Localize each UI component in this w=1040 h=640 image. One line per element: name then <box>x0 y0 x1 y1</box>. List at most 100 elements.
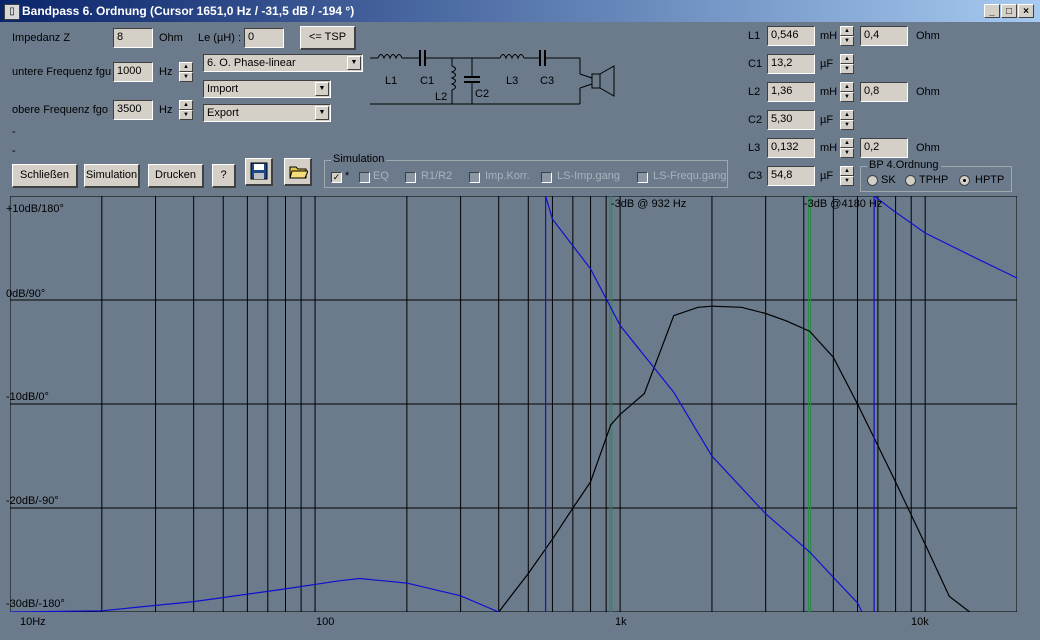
fgu-spinner[interactable]: ▲ ▼ <box>179 62 193 82</box>
l2-spinner[interactable]: ▲ ▼ <box>840 82 854 102</box>
impedance-field[interactable]: 8 <box>113 28 153 48</box>
c1-spinner[interactable]: ▲ ▼ <box>840 54 854 74</box>
spin-down-icon[interactable]: ▼ <box>179 72 193 82</box>
spin-down-icon[interactable]: ▼ <box>840 64 854 74</box>
frequency-response-plot[interactable] <box>9 194 1018 639</box>
export-select[interactable]: Export ▼ <box>203 104 331 122</box>
radio-hptp[interactable] <box>959 175 970 186</box>
bp-order-group: BP 4.Ordnung SK TPHP HPTP <box>860 159 1012 192</box>
spin-down-icon[interactable]: ▼ <box>840 92 854 102</box>
x-tick-label: 100 <box>316 616 335 628</box>
sim-checkbox-ls-freq[interactable] <box>637 172 648 183</box>
radio-sk[interactable] <box>867 175 878 186</box>
fgu-label: untere Frequenz fgu <box>12 66 112 78</box>
l1-value-field[interactable]: 0,546 <box>767 26 815 46</box>
spin-up-icon[interactable]: ▲ <box>840 138 854 148</box>
y-tick-label: -20dB/-90° <box>6 495 59 507</box>
l1-spinner[interactable]: ▲ ▼ <box>840 26 854 46</box>
chart-svg <box>9 194 1018 639</box>
sim-checkbox-r1r2[interactable] <box>405 172 416 183</box>
filter-type-select[interactable]: 6. O. Phase-linear ▼ <box>203 54 363 72</box>
magnitude-curve <box>498 305 971 613</box>
radio-tphp-label: TPHP <box>919 174 949 186</box>
close-button[interactable]: Schließen <box>12 164 78 188</box>
export-value: Export <box>207 107 239 119</box>
schematic-label: C3 <box>540 75 555 87</box>
radio-hptp-label: HPTP <box>975 174 1005 186</box>
spin-down-icon[interactable]: ▼ <box>179 110 193 120</box>
c3-unit: µF <box>820 170 834 182</box>
l1-resistance-field[interactable]: 0,4 <box>860 26 908 46</box>
minimize-button[interactable]: _ <box>984 4 1000 18</box>
chevron-down-icon[interactable]: ▼ <box>315 82 329 96</box>
l2-value-field[interactable]: 1,36 <box>767 82 815 102</box>
l3-spinner[interactable]: ▲ ▼ <box>840 138 854 158</box>
radio-tphp[interactable] <box>905 175 916 186</box>
y-tick-label: -30dB/-180° <box>6 598 65 610</box>
maximize-button[interactable]: □ <box>1001 4 1017 18</box>
l3-resistance-field[interactable]: 0,2 <box>860 138 908 158</box>
x-tick-label: 10k <box>911 616 929 628</box>
l3-value-field[interactable]: 0,132 <box>767 138 815 158</box>
simulation-group: Simulation ✓ * EQ R1/R2 Imp.Korr. LS-Imp… <box>324 153 728 188</box>
sim-checkbox-eq[interactable] <box>359 172 370 183</box>
spin-up-icon[interactable]: ▲ <box>840 82 854 92</box>
spin-up-icon[interactable]: ▲ <box>840 166 854 176</box>
le-label: Le (µH) : <box>198 32 242 44</box>
tsp-button[interactable]: <= TSP <box>300 26 356 50</box>
c3-value-field[interactable]: 54,8 <box>767 166 815 186</box>
l1-unit: mH <box>820 30 838 42</box>
fgo-unit: Hz <box>159 104 173 116</box>
c1-unit: µF <box>820 58 834 70</box>
component-name-l3: L3 <box>748 142 761 154</box>
spin-up-icon[interactable]: ▲ <box>840 26 854 36</box>
simulation-button[interactable]: Simulation <box>84 164 140 188</box>
fgo-field[interactable]: 3500 <box>113 100 153 120</box>
open-button[interactable] <box>284 158 312 186</box>
window-title: Bandpass 6. Ordnung (Cursor 1651,0 Hz / … <box>22 4 355 18</box>
chevron-down-icon[interactable]: ▼ <box>315 106 329 120</box>
fgo-spinner[interactable]: ▲ ▼ <box>179 100 193 120</box>
sim-checkbox-label: * <box>345 170 350 182</box>
fgu-field[interactable]: 1000 <box>113 62 153 82</box>
import-select[interactable]: Import ▼ <box>203 80 331 98</box>
help-button[interactable]: ? <box>212 164 236 188</box>
marker-label-upper: -3dB @4180 Hz <box>804 198 883 210</box>
sim-checkbox-label: LS-Imp.gang <box>557 170 620 182</box>
spin-up-icon[interactable]: ▲ <box>179 100 193 110</box>
l2-unit: mH <box>820 86 838 98</box>
c1-value-field[interactable]: 13,2 <box>767 54 815 74</box>
print-button[interactable]: Drucken <box>148 164 204 188</box>
c2-unit: µF <box>820 114 834 126</box>
l3-unit: mH <box>820 142 838 154</box>
l2-resistance-field[interactable]: 0,8 <box>860 82 908 102</box>
spin-up-icon[interactable]: ▲ <box>179 62 193 72</box>
marker-label-lower: -3dB @ 932 Hz <box>611 198 687 210</box>
fgu-unit: Hz <box>159 66 173 78</box>
schematic-label: L3 <box>506 75 519 87</box>
component-name-l1: L1 <box>748 30 761 42</box>
sim-checkbox-impkorr[interactable] <box>469 172 480 183</box>
sim-checkbox-star[interactable]: ✓ <box>331 172 342 183</box>
chevron-down-icon[interactable]: ▼ <box>347 56 361 70</box>
c2-value-field[interactable]: 5,30 <box>767 110 815 130</box>
save-button[interactable] <box>245 158 273 186</box>
sim-checkbox-ls-imp[interactable] <box>541 172 552 183</box>
schematic-label: C1 <box>420 75 435 87</box>
app-icon[interactable]: ▯ <box>4 4 20 20</box>
c3-spinner[interactable]: ▲ ▼ <box>840 166 854 186</box>
y-tick-label: -10dB/0° <box>6 391 49 403</box>
spin-up-icon[interactable]: ▲ <box>840 54 854 64</box>
spin-up-icon[interactable]: ▲ <box>840 110 854 120</box>
close-window-button[interactable]: × <box>1018 4 1034 18</box>
spin-down-icon[interactable]: ▼ <box>840 176 854 186</box>
spin-down-icon[interactable]: ▼ <box>840 120 854 130</box>
spin-down-icon[interactable]: ▼ <box>840 148 854 158</box>
c2-spinner[interactable]: ▲ ▼ <box>840 110 854 130</box>
fgo-label: obere Frequenz fgo <box>12 104 109 116</box>
spin-down-icon[interactable]: ▼ <box>840 36 854 46</box>
simulation-group-title: Simulation <box>331 153 387 165</box>
sim-checkbox-label: R1/R2 <box>421 170 453 182</box>
le-field[interactable]: 0 <box>244 28 284 48</box>
y-tick-label: 0dB/90° <box>6 288 46 300</box>
